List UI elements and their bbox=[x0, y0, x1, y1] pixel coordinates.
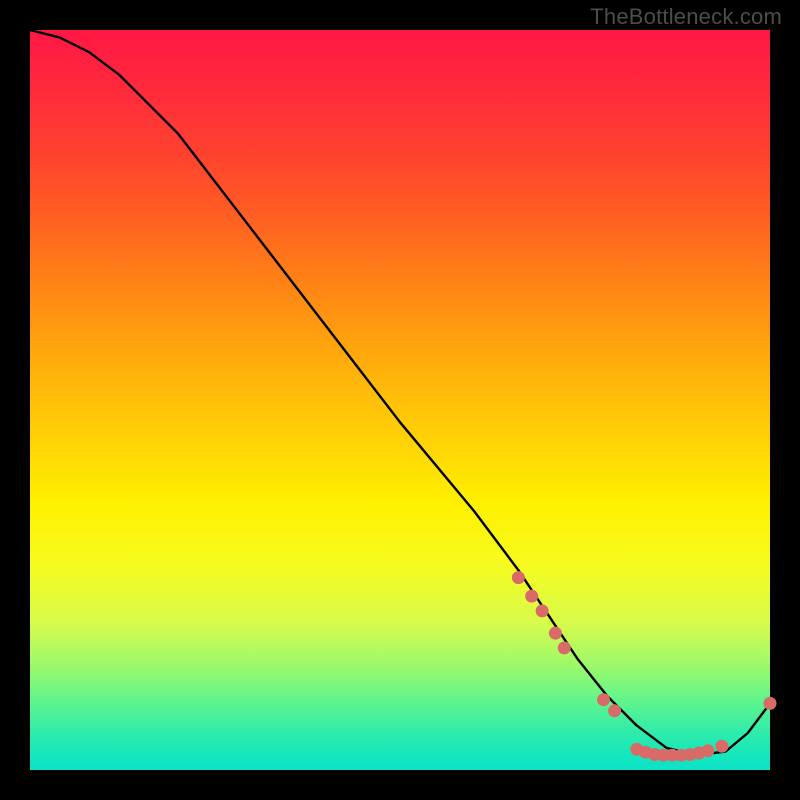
chart-svg bbox=[30, 30, 770, 770]
plot-area bbox=[30, 30, 770, 770]
data-marker bbox=[715, 740, 728, 753]
data-marker bbox=[608, 704, 621, 717]
data-marker bbox=[549, 627, 562, 640]
data-marker bbox=[536, 604, 549, 617]
data-marker bbox=[525, 590, 538, 603]
chart-frame: TheBottleneck.com bbox=[0, 0, 800, 800]
curve-line bbox=[30, 30, 770, 755]
watermark-text: TheBottleneck.com bbox=[590, 4, 782, 30]
data-marker bbox=[558, 641, 571, 654]
data-marker bbox=[701, 744, 714, 757]
data-marker bbox=[764, 697, 777, 710]
data-marker bbox=[597, 693, 610, 706]
markers-group bbox=[512, 571, 777, 762]
data-marker bbox=[512, 571, 525, 584]
